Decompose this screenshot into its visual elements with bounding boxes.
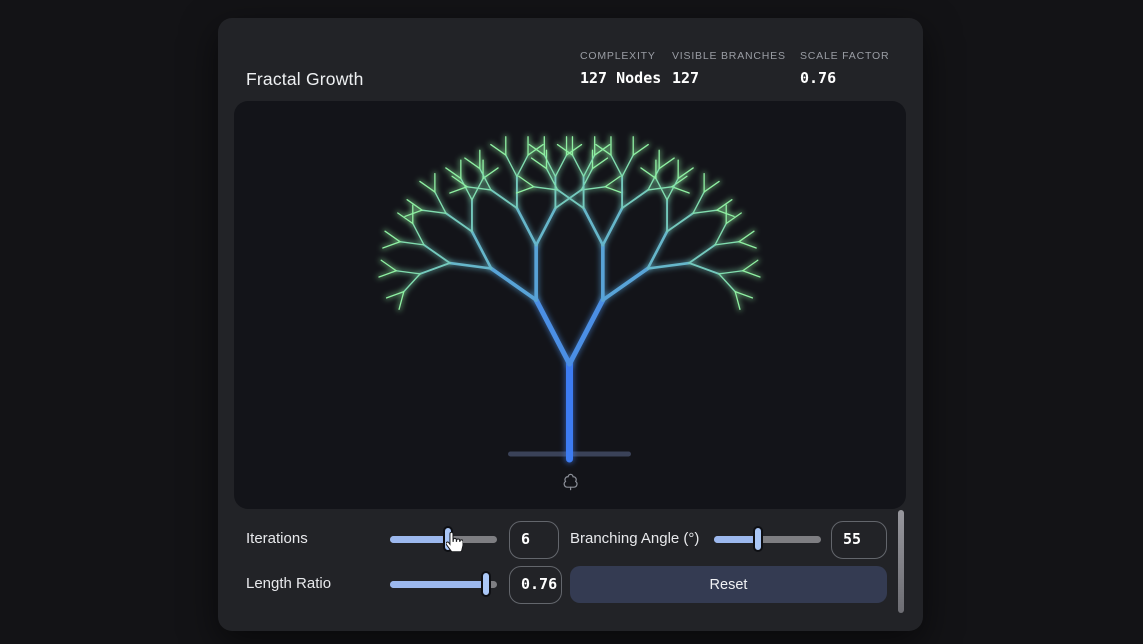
stat-visible-branches-value: 127 xyxy=(672,69,786,87)
stat-scale-factor: SCALE FACTOR 0.76 xyxy=(800,50,889,87)
iterations-slider[interactable] xyxy=(390,521,497,557)
stat-visible-branches: VISIBLE BRANCHES 127 xyxy=(672,50,786,87)
tree-icon xyxy=(564,474,577,489)
iterations-value-input[interactable]: 6 xyxy=(509,521,559,559)
app-background: Fractal Growth COMPLEXITY 127 Nodes VISI… xyxy=(0,0,1143,644)
branching-angle-slider-thumb[interactable] xyxy=(753,526,763,552)
iterations-slider-fill xyxy=(390,536,448,543)
length-ratio-slider-fill xyxy=(390,581,486,588)
length-ratio-slider-thumb[interactable] xyxy=(481,571,491,597)
reset-button[interactable]: Reset xyxy=(570,566,887,603)
length-ratio-label: Length Ratio xyxy=(246,566,331,602)
stat-scale-factor-label: SCALE FACTOR xyxy=(800,50,889,62)
stat-complexity-value: 127 Nodes xyxy=(580,69,661,87)
branching-angle-value-input[interactable]: 55 xyxy=(831,521,887,559)
stat-complexity-label: COMPLEXITY xyxy=(580,50,661,62)
stat-visible-branches-label: VISIBLE BRANCHES xyxy=(672,50,786,62)
length-ratio-slider[interactable] xyxy=(390,566,497,602)
fractal-tree-drawing xyxy=(234,101,906,509)
iterations-label: Iterations xyxy=(246,521,308,557)
fractal-growth-card: Fractal Growth COMPLEXITY 127 Nodes VISI… xyxy=(218,18,923,631)
page-title: Fractal Growth xyxy=(246,69,364,90)
branching-angle-slider-fill xyxy=(714,536,758,543)
stat-complexity: COMPLEXITY 127 Nodes xyxy=(580,50,661,87)
stat-scale-factor-value: 0.76 xyxy=(800,69,889,87)
fractal-tree-canvas xyxy=(234,101,906,509)
iterations-slider-thumb[interactable] xyxy=(443,526,453,552)
branching-angle-slider[interactable] xyxy=(714,521,821,557)
controls-scrollbar[interactable] xyxy=(898,510,904,613)
branching-angle-label: Branching Angle (°) xyxy=(570,521,699,557)
length-ratio-value-input[interactable]: 0.76 xyxy=(509,566,562,604)
